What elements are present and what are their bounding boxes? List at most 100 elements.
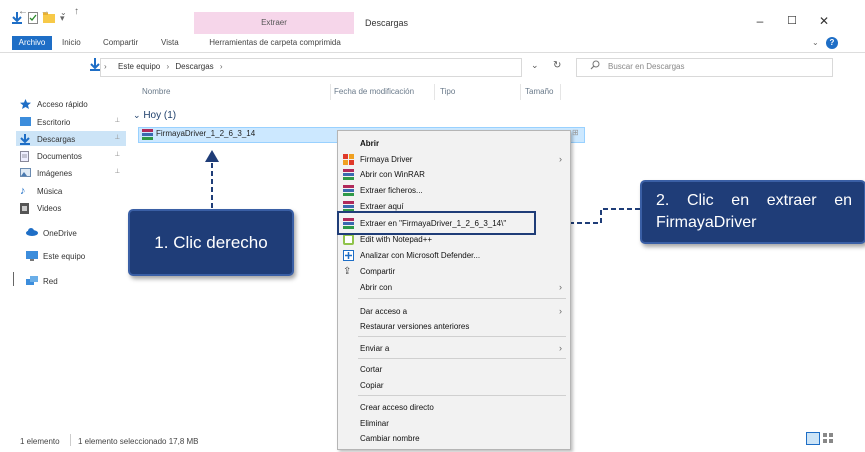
window-title: Descargas <box>365 18 409 28</box>
tab-compartir[interactable]: Compartir <box>103 38 138 47</box>
defender-shield-icon <box>343 250 354 261</box>
menu-item-cortar[interactable]: Cortar <box>360 365 382 374</box>
pin-icon[interactable]: ⟂ <box>115 134 120 142</box>
address-history-chevron-icon[interactable]: ⌄ <box>531 60 539 71</box>
status-item-count: 1 elemento <box>20 437 60 446</box>
music-note-icon: ♪ <box>20 185 26 197</box>
tab-archivo[interactable]: Archivo <box>12 36 52 50</box>
row-overflow-marker: ⊞ <box>572 128 579 137</box>
chevron-down-icon: ⌄ <box>133 110 141 120</box>
column-header-nombre[interactable]: Nombre <box>142 87 170 96</box>
minimize-icon[interactable]: – <box>752 14 768 28</box>
tab-herramientas-carpeta-comprimida[interactable]: Herramientas de carpeta comprimida <box>196 38 354 47</box>
menu-item-extraer-ficheros[interactable]: Extraer ficheros... <box>360 186 423 195</box>
winrar-archive-icon <box>142 129 153 140</box>
breadcrumb-separator-icon: › <box>166 62 170 71</box>
notepad-plus-plus-icon <box>343 234 354 245</box>
pin-icon[interactable]: ⟂ <box>115 168 120 176</box>
menu-item-firmaya-driver[interactable]: Firmaya Driver <box>360 155 412 164</box>
column-separator[interactable] <box>330 84 331 100</box>
contextual-tab-header: Extraer <box>194 12 354 34</box>
column-header-fecha[interactable]: Fecha de modificación <box>334 87 414 96</box>
file-name: FirmayaDriver_1_2_6_3_14 <box>156 129 256 138</box>
group-header[interactable]: ⌄ Hoy (1) <box>133 110 176 121</box>
nav-item-musica[interactable]: ♪ Música <box>20 185 63 197</box>
column-header-tamano[interactable]: Tamaño <box>525 87 553 96</box>
nav-item-onedrive[interactable]: OneDrive <box>26 228 77 238</box>
submenu-chevron-icon: › <box>559 306 562 316</box>
column-header-tipo[interactable]: Tipo <box>440 87 455 96</box>
nav-label: Acceso rápido <box>37 99 88 109</box>
menu-item-copiar[interactable]: Copiar <box>360 381 384 390</box>
back-arrow-icon[interactable]: ← <box>18 6 28 17</box>
recent-locations-icon[interactable]: ⌄ <box>60 8 67 17</box>
details-view-icon[interactable] <box>806 432 820 445</box>
nav-item-este-equipo[interactable]: Este equipo <box>26 251 85 261</box>
callout-step1: 1. Clic derecho <box>128 209 294 276</box>
menu-item-enviar-a[interactable]: Enviar a <box>360 344 389 353</box>
callout-step2-line2: FirmayaDriver <box>656 214 757 231</box>
menu-item-abrir[interactable]: Abrir <box>360 139 379 148</box>
submenu-chevron-icon: › <box>559 154 562 164</box>
menu-item-dar-acceso[interactable]: Dar acceso a <box>360 307 407 316</box>
close-icon[interactable]: ✕ <box>816 14 832 28</box>
status-separator <box>70 434 71 446</box>
nav-item-red[interactable]: Red <box>26 276 58 286</box>
extract-option-highlight <box>337 211 536 235</box>
breadcrumb-descargas[interactable]: Descargas <box>175 62 213 71</box>
breadcrumb-este-equipo[interactable]: Este equipo <box>118 62 160 71</box>
up-arrow-icon[interactable]: ↑ <box>74 6 79 17</box>
group-label: Hoy (1) <box>143 110 177 121</box>
maximize-icon[interactable]: ☐ <box>784 14 800 27</box>
callout-step1-text: 1. Clic derecho <box>154 232 268 252</box>
menu-item-analizar-defender[interactable]: Analizar con Microsoft Defender... <box>360 251 480 260</box>
nav-item-descargas[interactable]: Descargas <box>20 134 75 145</box>
nav-item-videos[interactable]: Videos <box>20 203 61 214</box>
tab-inicio[interactable]: Inicio <box>62 38 81 47</box>
submenu-chevron-icon: › <box>559 282 562 292</box>
submenu-chevron-icon: › <box>559 343 562 353</box>
column-separator[interactable] <box>520 84 521 100</box>
star-icon <box>20 99 31 109</box>
winrar-icon <box>343 185 354 196</box>
nav-item-documentos[interactable]: Documentos <box>20 151 82 162</box>
nav-item-escritorio[interactable]: Escritorio <box>20 117 70 127</box>
properties-icon[interactable] <box>28 12 38 24</box>
nav-item-imagenes[interactable]: Imágenes <box>20 168 72 178</box>
menu-item-edit-notepad[interactable]: Edit with Notepad++ <box>360 235 432 244</box>
menu-item-compartir[interactable]: Compartir <box>360 267 395 276</box>
callout-step2-line1: 2. Clic en extraer en <box>656 192 852 209</box>
column-separator[interactable] <box>434 84 435 100</box>
context-menu: Abrir Firmaya Driver › Abrir con WinRAR … <box>337 130 571 450</box>
downloads-location-icon <box>90 58 100 71</box>
breadcrumb: Este equipo › Descargas › <box>118 62 223 71</box>
nav-label: Música <box>37 186 63 196</box>
breadcrumb-separator-icon: › <box>219 62 223 71</box>
menu-item-restaurar-versiones[interactable]: Restaurar versiones anteriores <box>360 322 469 331</box>
help-icon[interactable]: ? <box>826 37 838 49</box>
menu-item-crear-acceso-directo[interactable]: Crear acceso directo <box>360 403 434 412</box>
large-icons-view-icon[interactable] <box>823 433 834 443</box>
menu-separator <box>358 298 566 299</box>
nav-item-acceso-rapido[interactable]: Acceso rápido <box>20 99 88 109</box>
menu-item-abrir-con-winrar[interactable]: Abrir con WinRAR <box>360 170 425 179</box>
status-selection: 1 elemento seleccionado 17,8 MB <box>78 437 199 446</box>
firmaya-icon <box>343 154 354 165</box>
menu-item-abrir-con[interactable]: Abrir con <box>360 283 392 292</box>
tab-vista[interactable]: Vista <box>161 38 179 47</box>
menu-item-cambiar-nombre[interactable]: Cambiar nombre <box>360 434 420 443</box>
menu-item-eliminar[interactable]: Eliminar <box>360 419 389 428</box>
search-icon <box>590 60 600 70</box>
ribbon-expand-icon[interactable]: ⌄ <box>812 38 819 47</box>
pin-icon[interactable]: ⟂ <box>115 117 120 125</box>
nav-label: Imágenes <box>37 168 73 178</box>
refresh-icon[interactable]: ↻ <box>553 60 561 71</box>
column-separator[interactable] <box>560 84 561 100</box>
forward-arrow-icon[interactable]: → <box>40 6 50 17</box>
cloud-icon <box>26 228 38 238</box>
menu-item-extraer-aqui[interactable]: Extraer aquí <box>360 202 404 211</box>
pin-icon[interactable]: ⟂ <box>115 151 120 159</box>
winrar-icon <box>343 169 354 180</box>
network-icon <box>26 276 38 286</box>
menu-separator <box>358 336 566 337</box>
